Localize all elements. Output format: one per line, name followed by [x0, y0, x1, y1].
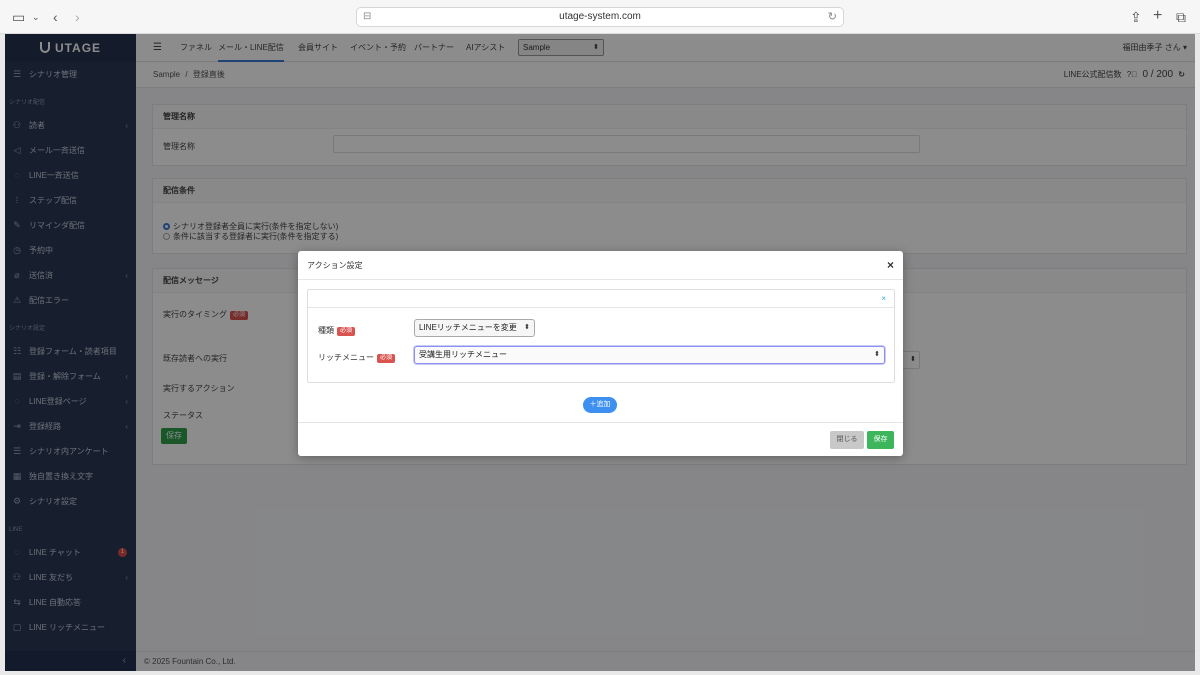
new-tab-icon[interactable]: + — [1153, 7, 1162, 25]
forward-icon[interactable]: › — [75, 8, 80, 26]
modal-footer: 閉じる 保存 — [298, 422, 903, 456]
action-settings-modal: アクション設定 × × 種類 必須 LINEリッチメニューを変更 ⬍ リッチメニュー… — [298, 251, 903, 456]
tabs-icon[interactable]: ⧉ — [1176, 8, 1186, 26]
action-card-header: × — [308, 290, 894, 308]
back-icon[interactable]: ‹ — [53, 8, 58, 26]
richmenu-label-text: リッチメニュー — [318, 353, 374, 362]
select-arrow-icon: ⬍ — [874, 351, 880, 358]
url-bar[interactable]: ⊟ utage-system.com ↻ — [356, 7, 844, 27]
type-label-text: 種類 — [318, 326, 334, 335]
chevron-down-icon[interactable]: ⌄ — [32, 8, 40, 26]
type-label: 種類 必須 — [318, 325, 356, 336]
modal-header: アクション設定 × — [298, 251, 903, 280]
type-select-value: LINEリッチメニューを変更 — [419, 323, 517, 332]
richmenu-label: リッチメニュー 必須 — [318, 352, 396, 363]
url-text: utage-system.com — [559, 11, 641, 22]
add-action-button[interactable]: ＋追加 — [583, 397, 617, 413]
reload-icon[interactable]: ↻ — [828, 8, 837, 26]
required-badge: 必須 — [337, 327, 356, 336]
sidebar-icon[interactable]: ▭ — [12, 8, 25, 26]
browser-toolbar: ▭ ⌄ ‹ › ⊟ utage-system.com ↻ ⇪ + ⧉ — [0, 0, 1200, 34]
action-card: × 種類 必須 LINEリッチメニューを変更 ⬍ リッチメニュー 必須 受講生用リッチ… — [307, 289, 895, 383]
app-frame: UTAGE ☰ シナリオ管理 シナリオ配信 ⚇ 読者 ‹ ◁ メール一斉送信 ◌ LINE… — [5, 34, 1195, 671]
modal-close-button[interactable]: 閉じる — [830, 431, 864, 449]
share-icon[interactable]: ⇪ — [1130, 8, 1142, 26]
richmenu-select-value: 受講生用リッチメニュー — [419, 350, 507, 359]
required-badge: 必須 — [377, 354, 396, 363]
modal-save-button[interactable]: 保存 — [867, 431, 894, 449]
site-icon: ⊟ — [363, 11, 372, 22]
close-icon[interactable]: × — [887, 251, 894, 280]
select-arrow-icon: ⬍ — [524, 324, 530, 331]
remove-action-icon[interactable]: × — [881, 290, 886, 308]
richmenu-select[interactable]: 受講生用リッチメニュー ⬍ — [414, 346, 885, 364]
type-select[interactable]: LINEリッチメニューを変更 ⬍ — [414, 319, 535, 337]
modal-title: アクション設定 — [307, 261, 363, 270]
